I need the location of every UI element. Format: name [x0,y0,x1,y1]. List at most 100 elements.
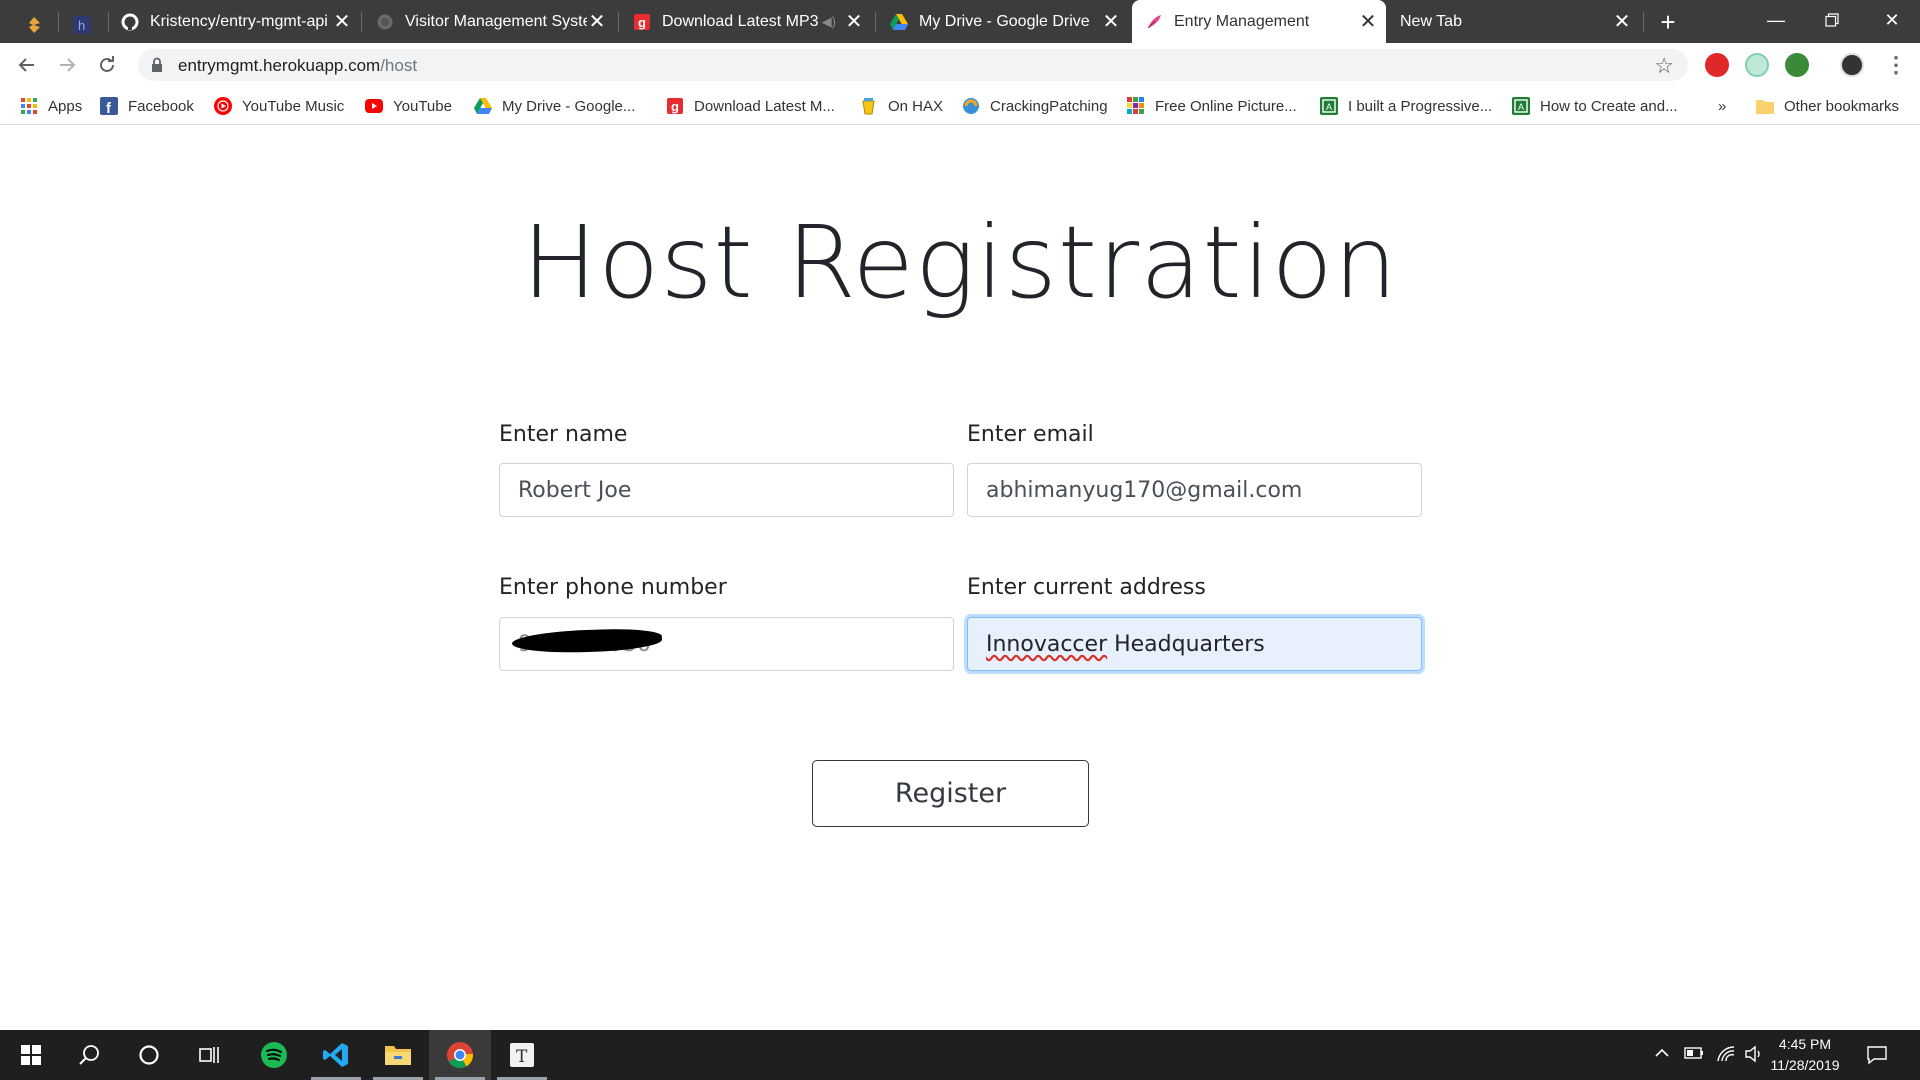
email-label: Enter email [967,422,1094,447]
tab-close-icon[interactable]: ✕ [844,12,864,32]
tab-close-icon[interactable]: ✕ [587,12,607,32]
address-bar[interactable]: entrymgmt.herokuapp.com/host ☆ [138,49,1688,81]
search-button[interactable] [58,1030,120,1080]
bookmark-how-to-create[interactable]: A How to Create and... [1512,95,1678,117]
back-button[interactable] [11,49,43,81]
phone-label: Enter phone number [499,575,727,600]
battery-status[interactable] [1684,1045,1704,1066]
page-title: Host Registration [521,204,1399,321]
bookmark-label: Facebook [128,97,194,115]
taskbar-spotify[interactable] [243,1030,305,1080]
reload-button[interactable] [91,49,123,81]
google-drive-icon [474,97,492,115]
bookmark-facebook[interactable]: f Facebook [100,95,194,117]
folder-icon [385,1046,411,1065]
globe-icon [375,12,395,32]
youtube-icon [365,97,383,115]
network-status[interactable] [1716,1045,1736,1068]
notification-icon [1867,1046,1887,1065]
folder-icon [1756,97,1774,115]
tab-google-drive[interactable]: My Drive - Google Drive ✕ [877,0,1129,43]
other-bookmarks-folder[interactable]: Other bookmarks [1756,95,1899,117]
globe-extension-icon[interactable] [1785,53,1809,77]
email-field[interactable]: abhimanyug170@gmail.com [967,463,1422,517]
bookmark-google-drive[interactable]: My Drive - Google... [474,95,635,117]
bookmark-progressive[interactable]: A I built a Progressive... [1320,95,1492,117]
tab-new-tab[interactable]: New Tab ✕ [1388,0,1640,43]
svg-text:A: A [1518,102,1524,112]
bookmark-green-icon: A [1320,97,1338,115]
clock-time: 4:45 PM [1778,1036,1832,1052]
minimize-button[interactable]: — [1748,0,1804,40]
address-label: Enter current address [967,575,1206,600]
bookmark-star-icon[interactable]: ☆ [1654,53,1674,79]
taskbar-chrome[interactable] [429,1030,491,1080]
cortana-button[interactable] [118,1030,180,1080]
windows-taskbar: T 4:45 PM 11/28/2019 [0,1030,1920,1080]
tab-github[interactable]: Kristency/entry-mgmt-api ✕ [108,0,360,43]
taskbar-file-explorer[interactable] [367,1030,429,1080]
taskbar-clock[interactable]: 4:45 PM 11/28/2019 [1760,1034,1850,1076]
address-field[interactable]: Innovaccer Headquarters [967,617,1422,671]
bookmark-crackingpatching[interactable]: CrackingPatching [962,95,1108,117]
bookmark-youtube[interactable]: YouTube [365,95,452,117]
pinned-tab-1[interactable] [14,7,54,43]
bookmarks-overflow-button[interactable]: » [1718,95,1726,117]
taskbar-typora[interactable]: T [491,1030,553,1080]
name-label: Enter name [499,422,628,447]
bookmark-youtube-music[interactable]: YouTube Music [214,95,344,117]
tab-close-icon[interactable]: ✕ [1358,12,1378,32]
bookmark-label: Other bookmarks [1784,97,1900,115]
new-tab-button[interactable]: + [1652,8,1684,36]
start-button[interactable] [0,1030,62,1080]
bookmark-download-mp3[interactable]: g Download Latest M... [666,95,835,117]
tab-title: Download Latest MP3 [662,12,819,30]
action-center-button[interactable] [1866,1045,1888,1070]
extension-icon[interactable] [1745,53,1769,77]
close-window-button[interactable]: ✕ [1864,0,1920,40]
gaana-icon: g [632,12,652,32]
svg-text:h: h [78,18,85,33]
profile-avatar[interactable] [1840,53,1864,77]
taskbar-vscode[interactable] [305,1030,367,1080]
github-icon [120,12,140,32]
bookmark-label: I built a Progressive... [1348,97,1493,115]
svg-text:g: g [638,15,646,30]
bookmark-green-icon: A [1512,97,1530,115]
register-button[interactable]: Register [812,760,1089,827]
cup-icon [860,97,878,115]
chevron-up-icon [1655,1048,1669,1057]
opera-vpn-extension-icon[interactable] [1705,53,1729,77]
forward-arrow-icon [60,58,76,72]
bookmark-label: YouTube [393,97,452,115]
search-icon [79,1045,99,1065]
pinned-tab-2[interactable]: h [62,7,102,43]
bookmark-label: My Drive - Google... [502,97,636,115]
restore-button[interactable] [1804,0,1860,40]
typora-icon: T [510,1043,534,1067]
phone-field[interactable]: 94150...950 [499,617,954,671]
tab-visitor-management[interactable]: Visitor Management Syste ✕ [363,0,615,43]
chrome-icon [447,1042,473,1069]
tab-close-icon[interactable]: ✕ [1101,12,1121,32]
tab-close-icon[interactable]: ✕ [1612,12,1632,32]
bookmark-label: On HAX [888,97,944,115]
task-view-button[interactable] [178,1030,240,1080]
bookmark-apps[interactable]: Apps [20,95,82,117]
tab-download-mp3[interactable]: g Download Latest MP3 ◀) ✕ [620,0,872,43]
tab-entry-management[interactable]: Entry Management ✕ [1132,0,1386,43]
tab-close-icon[interactable]: ✕ [332,12,352,32]
bookmark-on-hax[interactable]: On HAX [860,95,943,117]
tab-title: Kristency/entry-mgmt-api [150,12,328,30]
chrome-menu-button[interactable]: ⋮ [1884,51,1908,79]
show-hidden-icons-button[interactable] [1654,1045,1670,1066]
cortana-icon [139,1045,159,1065]
gaana-icon: g [666,97,684,115]
name-field[interactable]: Robert Joe [499,463,954,517]
forward-button[interactable] [51,49,83,81]
bookmark-label: Download Latest M... [694,97,835,115]
bookmark-free-online-picture[interactable]: Free Online Picture... [1127,95,1297,117]
wifi-icon [1717,1046,1735,1062]
clock-date: 11/28/2019 [1770,1057,1840,1073]
picture-grid-icon [1127,97,1145,115]
